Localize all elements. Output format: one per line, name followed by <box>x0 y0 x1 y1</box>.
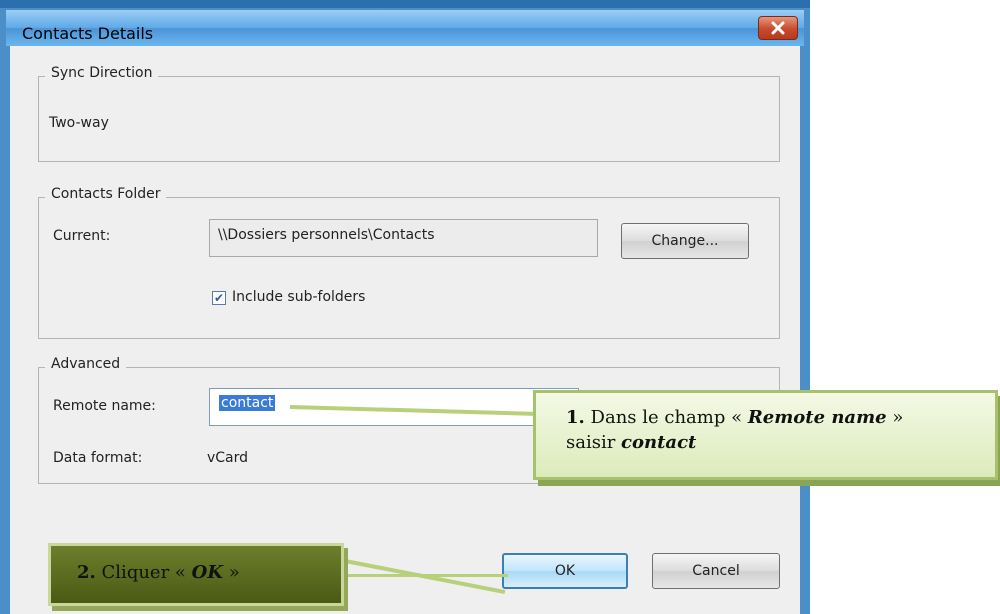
remote-name-label: Remote name: <box>53 398 156 414</box>
current-label: Current: <box>53 228 111 244</box>
callout-step-2-emph: OK <box>191 562 223 583</box>
advanced-legend: Advanced <box>45 356 127 372</box>
callout-step-1-number: 1. <box>566 407 585 428</box>
close-button[interactable] <box>758 16 798 40</box>
contacts-folder-legend: Contacts Folder <box>45 186 167 202</box>
cancel-button[interactable]: Cancel <box>652 553 780 589</box>
data-format-value: vCard <box>207 450 249 466</box>
sync-direction-value: Two-way <box>49 115 109 131</box>
callout-step-1-text-b: » <box>886 407 904 428</box>
include-subfolders-checkbox[interactable]: ✔ <box>212 291 226 305</box>
title-bar[interactable]: Contacts Details <box>6 10 804 46</box>
ok-button[interactable]: OK <box>502 553 628 589</box>
callout-step-1-emph: Remote name <box>747 407 887 428</box>
callout-step-1-line2-text: saisir <box>566 432 622 453</box>
window-title: Contacts Details <box>22 24 154 43</box>
callout-step-1-line2-emph: contact <box>621 432 697 453</box>
callout-step-2-number: 2. <box>77 562 96 583</box>
include-subfolders-label[interactable]: Include sub-folders <box>232 289 365 305</box>
callout-step-1-line1: 1. Dans le champ « Remote name » <box>566 407 995 428</box>
sync-direction-group: Sync Direction Two-way <box>38 65 780 162</box>
contacts-folder-group: Contacts Folder Current: \\Dossiers pers… <box>38 186 780 339</box>
window-frame: Contacts Details Sync Direction Two-way … <box>0 0 810 614</box>
checkmark-icon: ✔ <box>213 291 225 305</box>
callout-step-1-line2: saisir contact <box>566 432 995 453</box>
callout-step-1: 1. Dans le champ « Remote name » saisir … <box>533 390 998 480</box>
dialog-client-area: Sync Direction Two-way Contacts Folder C… <box>10 46 800 614</box>
remote-name-value: contact <box>219 395 276 411</box>
sync-direction-legend: Sync Direction <box>45 65 159 81</box>
callout-step-1-text-a: Dans le champ « <box>590 407 748 428</box>
callout-2-pointer-lower <box>340 574 508 577</box>
close-icon <box>771 21 785 35</box>
data-format-label: Data format: <box>53 450 143 466</box>
current-folder-field: \\Dossiers personnels\Contacts <box>209 219 598 257</box>
callout-step-2: 2. Cliquer « OK » <box>48 543 344 606</box>
callout-step-2-text-a: Cliquer « <box>101 562 192 583</box>
callout-step-2-text-b: » <box>222 562 240 583</box>
change-button[interactable]: Change... <box>621 223 749 259</box>
